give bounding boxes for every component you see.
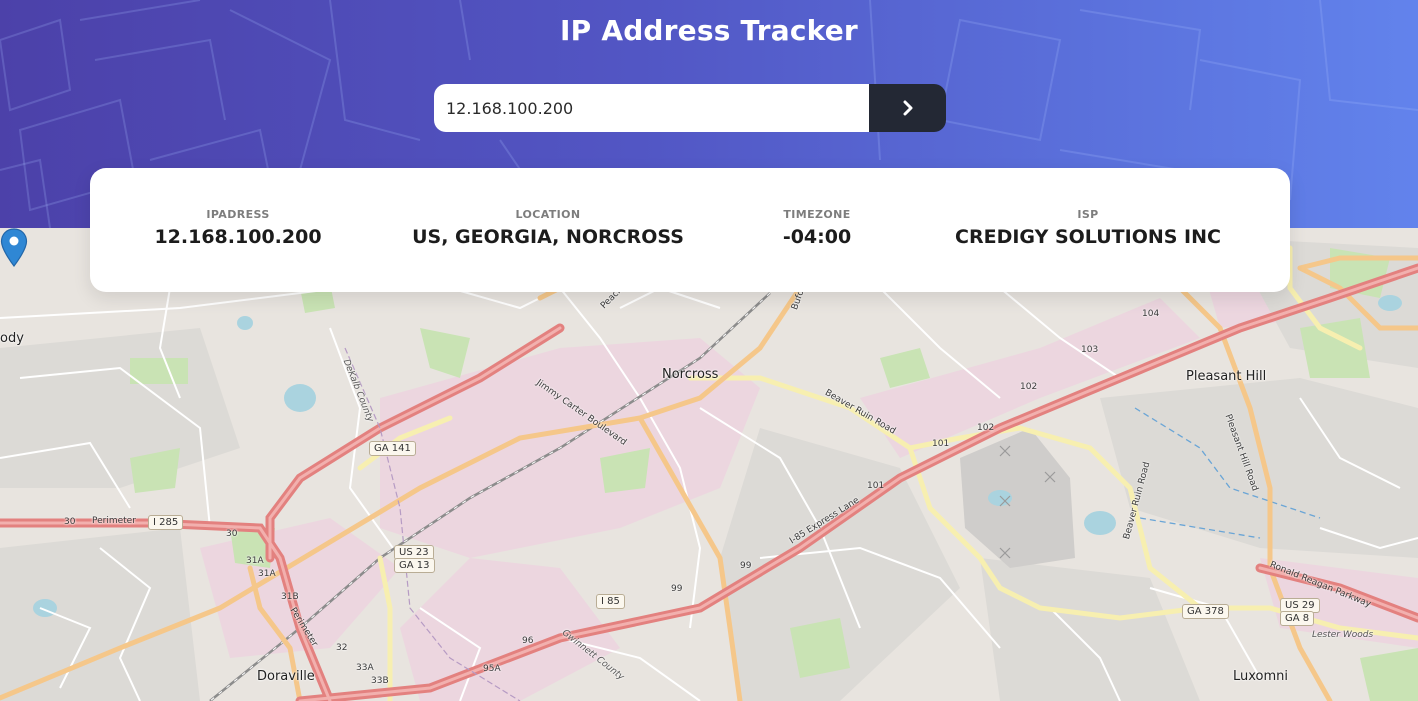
info-isp-label: ISP — [1077, 208, 1099, 221]
exit-label: 99 — [740, 561, 752, 571]
exit-label: 104 — [1142, 309, 1160, 319]
shield-ga8: GA 8 — [1280, 611, 1315, 626]
search-submit-button[interactable] — [869, 84, 946, 132]
info-location-label: LOCATION — [515, 208, 581, 221]
ip-search-input[interactable] — [434, 84, 869, 132]
shield-ga141: GA 141 — [369, 441, 416, 456]
shield-ga378: GA 378 — [1182, 604, 1229, 619]
exit-label: 33B — [371, 676, 389, 686]
map-pin-icon[interactable] — [0, 228, 28, 268]
info-isp-value: CREDIGY SOLUTIONS INC — [955, 226, 1221, 248]
shield-ga13: GA 13 — [394, 558, 435, 573]
shield-i85: I 85 — [596, 594, 625, 609]
exit-label: 95A — [483, 664, 501, 674]
info-ip-value: 12.168.100.200 — [154, 226, 322, 248]
exit-label: 99 — [671, 584, 683, 594]
exit-label: 101 — [932, 439, 950, 449]
exit-label: 102 — [1020, 382, 1038, 392]
shield-i285: I 285 — [148, 515, 184, 530]
place-norcross: Norcross — [662, 367, 719, 382]
exit-label: 101 — [867, 481, 885, 491]
chevron-right-icon — [903, 100, 912, 116]
exit-label: 31A — [246, 556, 264, 566]
ip-info-card: IPADRESS 12.168.100.200 LOCATION US, GEO… — [90, 168, 1290, 292]
exit-label: 33A — [356, 663, 374, 673]
info-location-value: US, GEORGIA, NORCROSS — [412, 226, 684, 248]
place-lester-woods: Lester Woods — [1312, 630, 1374, 640]
exit-label: 96 — [522, 636, 534, 646]
place-luxomni: Luxomni — [1233, 669, 1289, 684]
info-ip-address: IPADRESS 12.168.100.200 — [154, 208, 321, 248]
info-ip-label: IPADRESS — [206, 208, 270, 221]
map-view[interactable]: Norcross Pleasant Hill Doraville Luxomni… — [0, 228, 1418, 701]
info-isp: ISP CREDIGY SOLUTIONS INC — [955, 208, 1221, 248]
exit-label: 32 — [336, 643, 348, 653]
info-timezone-label: TIMEZONE — [783, 208, 851, 221]
info-location: LOCATION US, GEORGIA, NORCROSS — [412, 208, 684, 248]
map-tiles — [0, 228, 1418, 701]
ip-search-form — [434, 84, 946, 132]
exit-label: 103 — [1081, 345, 1099, 355]
place-doraville: Doraville — [257, 669, 315, 684]
road-perimeter: Perimeter — [92, 516, 136, 526]
place-ody: ody — [0, 331, 24, 346]
place-pleasant-hill: Pleasant Hill — [1186, 369, 1267, 384]
exit-label: 102 — [977, 423, 995, 433]
info-timezone-value: -04:00 — [782, 226, 852, 248]
exit-label: 30 — [64, 517, 76, 527]
exit-label: 30 — [226, 529, 238, 539]
exit-label: 31A — [258, 569, 276, 579]
app-page: IP Address Tracker 12.168.100.200 Norcro… — [0, 0, 1418, 701]
info-timezone: TIMEZONE -04:00 — [783, 208, 851, 248]
page-title: IP Address Tracker — [560, 14, 858, 47]
exit-label: 31B — [281, 592, 299, 602]
